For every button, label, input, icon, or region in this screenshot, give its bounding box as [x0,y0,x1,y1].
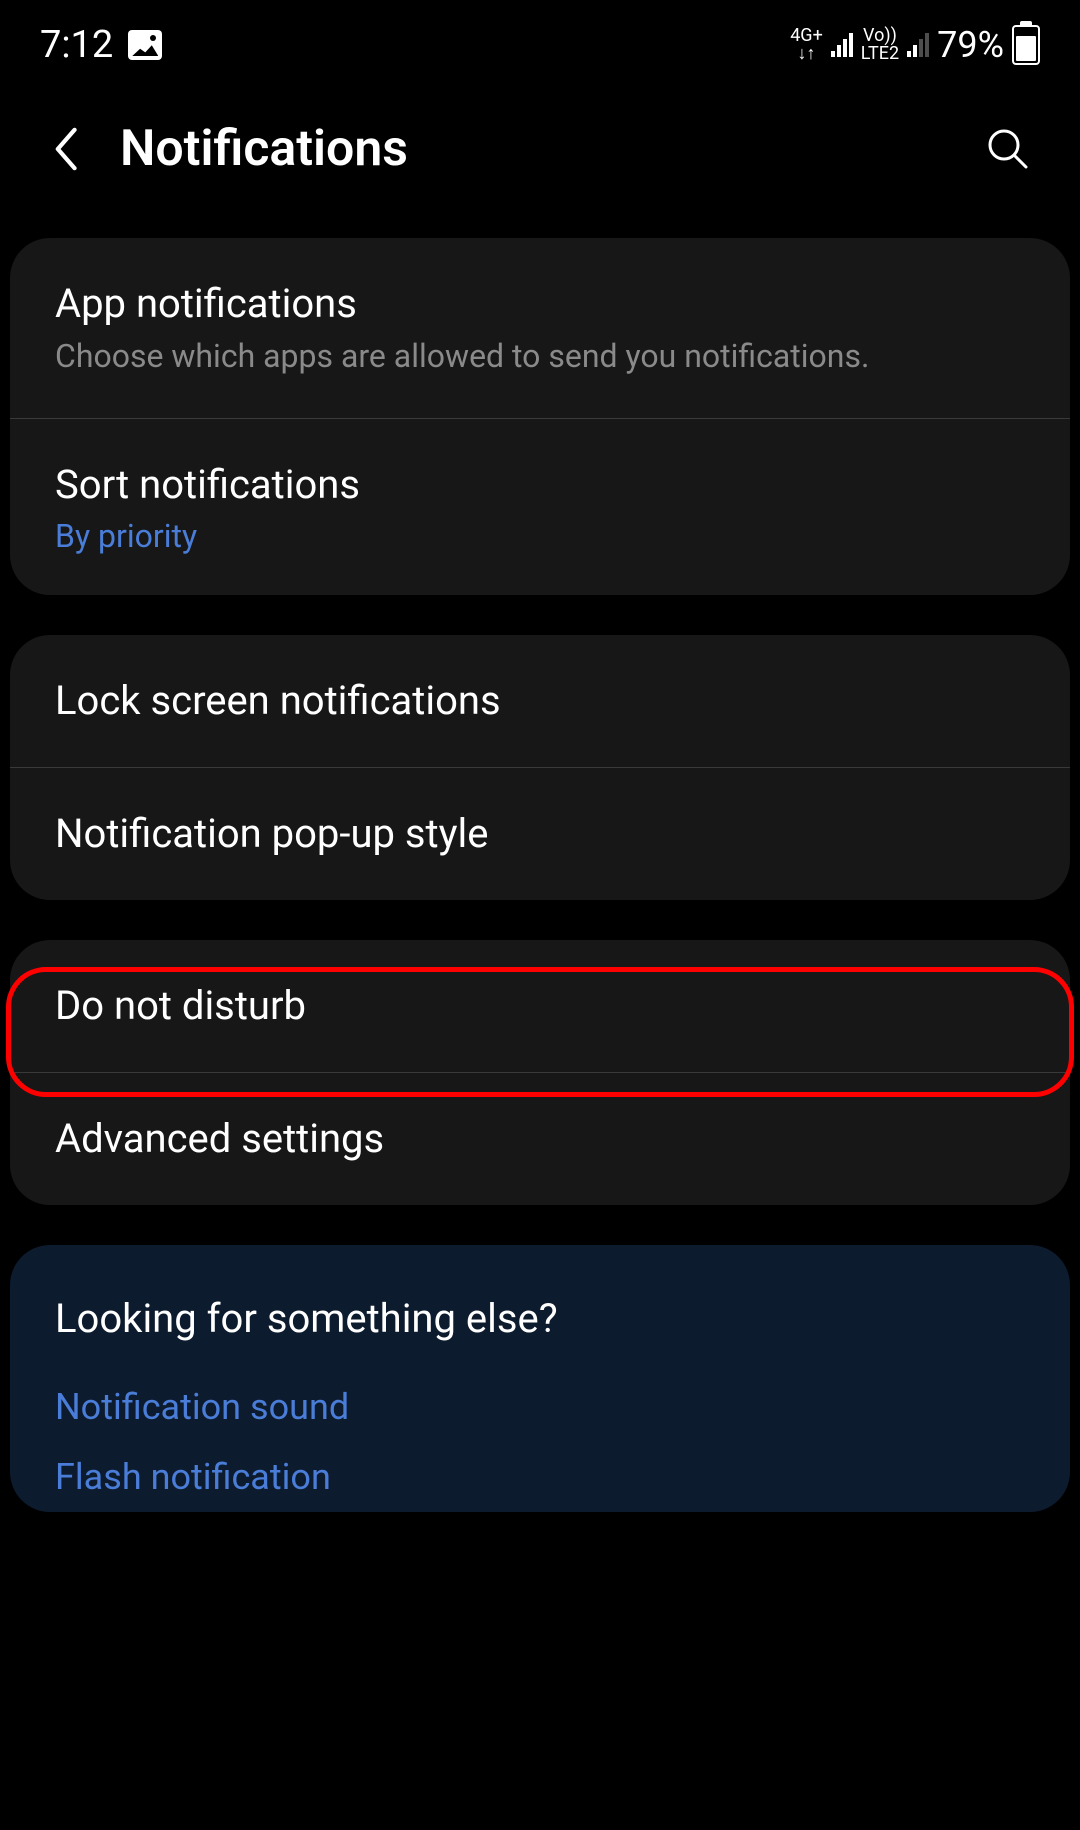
network-4g-indicator: 4G+ ↓↑ [790,27,823,63]
settings-group: Do not disturb Advanced settings [10,940,1070,1205]
page-header: Notifications [0,80,1080,238]
battery-percentage: 79% [937,24,1004,66]
status-bar: 7:12 4G+ ↓↑ Vo)) LTE2 79% [0,0,1080,80]
item-sort-notifications[interactable]: Sort notifications By priority [10,418,1070,595]
link-flash-notification[interactable]: Flash notification [10,1442,1070,1512]
picture-icon [128,30,162,60]
item-lock-screen-notifications[interactable]: Lock screen notifications [10,635,1070,767]
settings-content: App notifications Choose which apps are … [0,238,1080,1512]
item-notification-popup-style[interactable]: Notification pop-up style [10,767,1070,900]
item-value: By priority [55,517,1025,555]
item-title: App notifications [55,278,1025,330]
battery-icon [1012,25,1040,65]
item-title: Advanced settings [55,1113,1025,1165]
settings-group: App notifications Choose which apps are … [10,238,1070,595]
item-title: Lock screen notifications [55,675,1025,727]
back-button[interactable] [50,125,80,173]
item-description: Choose which apps are allowed to send yo… [55,336,1025,378]
item-title: Notification pop-up style [55,808,1025,860]
item-advanced-settings[interactable]: Advanced settings [10,1072,1070,1205]
item-title: Do not disturb [55,980,1025,1032]
search-icon [986,127,1030,171]
status-time: 7:12 [40,23,113,67]
status-left: 7:12 [40,23,162,67]
settings-group: Lock screen notifications Notification p… [10,635,1070,900]
network-volte-indicator: Vo)) LTE2 [861,27,899,63]
item-app-notifications[interactable]: App notifications Choose which apps are … [10,238,1070,418]
signal-bars-icon [831,33,853,57]
search-button[interactable] [986,127,1030,171]
suggestion-card: Looking for something else? Notification… [10,1245,1070,1512]
link-notification-sound[interactable]: Notification sound [10,1372,1070,1442]
signal-bars-icon [907,33,929,57]
suggestion-title: Looking for something else? [10,1245,1070,1372]
page-title: Notifications [120,120,408,178]
item-do-not-disturb[interactable]: Do not disturb [10,940,1070,1072]
status-right: 4G+ ↓↑ Vo)) LTE2 79% [790,24,1040,66]
chevron-left-icon [50,125,80,173]
item-title: Sort notifications [55,459,1025,511]
